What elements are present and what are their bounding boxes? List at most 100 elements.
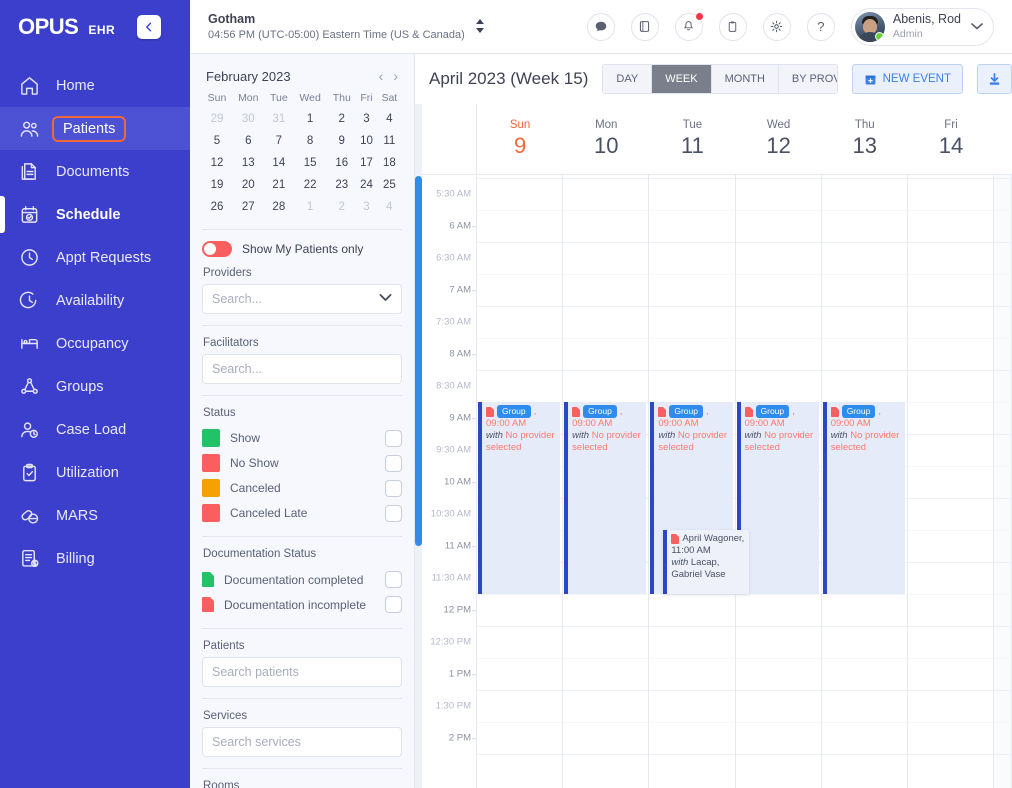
calendar-vertical-scrollbar[interactable] bbox=[415, 104, 422, 788]
gear-icon[interactable] bbox=[762, 12, 791, 41]
patients-search-input[interactable]: Search patients bbox=[202, 657, 402, 687]
mini-cal-day[interactable]: 6 bbox=[232, 130, 265, 152]
sidebar-item-utilization[interactable]: Utilization bbox=[0, 451, 190, 494]
mini-cal-day[interactable]: 11 bbox=[377, 130, 402, 152]
mini-cal-day[interactable]: 4 bbox=[377, 196, 402, 218]
view-tab-month[interactable]: MONTH bbox=[711, 65, 779, 93]
grid-line bbox=[994, 402, 1012, 403]
calendar-event-group[interactable]: Group, 09:00 AM with No provider selected bbox=[478, 402, 561, 594]
chat-icon[interactable] bbox=[586, 12, 615, 41]
status-checkbox[interactable] bbox=[385, 479, 402, 497]
sidebar-item-case-load[interactable]: Case Load bbox=[0, 408, 190, 451]
user-menu[interactable]: Abenis, Rod Admin bbox=[850, 7, 994, 46]
sidebar-item-occupancy[interactable]: Occupancy bbox=[0, 322, 190, 365]
sidebar-item-appt-requests[interactable]: Appt Requests bbox=[0, 236, 190, 279]
sidebar-collapse-button[interactable] bbox=[137, 15, 162, 39]
mini-cal-day[interactable]: 25 bbox=[377, 174, 402, 196]
sidebar-item-patients[interactable]: Patients bbox=[0, 107, 190, 150]
mini-cal-day[interactable]: 29 bbox=[202, 108, 232, 130]
day-column-fri[interactable] bbox=[907, 175, 995, 788]
mini-cal-day[interactable]: 30 bbox=[232, 108, 265, 130]
mini-cal-day[interactable]: 8 bbox=[293, 130, 327, 152]
day-header-sun[interactable]: Sun 9 bbox=[477, 104, 563, 174]
day-column-tue[interactable]: Group, 09:00 AM with No provider selected A… bbox=[649, 175, 749, 788]
mini-cal-day[interactable]: 7 bbox=[265, 130, 293, 152]
sidebar-item-mars[interactable]: MARS bbox=[0, 494, 190, 537]
mini-cal-day[interactable]: 18 bbox=[377, 152, 402, 174]
clipboard-icon[interactable] bbox=[718, 12, 747, 41]
sidebar-item-groups[interactable]: Groups bbox=[0, 365, 190, 408]
mini-cal-day[interactable]: 19 bbox=[202, 174, 232, 196]
services-search-input[interactable]: Search services bbox=[202, 727, 402, 757]
mini-cal-day[interactable]: 23 bbox=[327, 174, 356, 196]
new-event-button[interactable]: NEW EVENT bbox=[851, 64, 963, 94]
view-tab-week[interactable]: WEEK bbox=[652, 65, 712, 93]
day-header-wed[interactable]: Wed 12 bbox=[736, 104, 822, 174]
mini-cal-day[interactable]: 4 bbox=[377, 108, 402, 130]
mini-cal-day[interactable]: 2 bbox=[327, 108, 356, 130]
calendar-event-group[interactable]: Group, 09:00 AM with No provider selected bbox=[822, 402, 905, 594]
site-selector[interactable]: Gotham 04:56 PM (UTC-05:00) Eastern Time… bbox=[190, 11, 485, 43]
chevron-left-icon[interactable]: ‹ bbox=[379, 68, 384, 84]
status-checkbox[interactable] bbox=[385, 429, 402, 447]
day-column-wed[interactable]: Group, 09:00 AM with No provider selected bbox=[735, 175, 822, 788]
sidebar-item-billing[interactable]: Billing bbox=[0, 537, 190, 580]
mini-cal-day[interactable]: 2 bbox=[327, 196, 356, 218]
download-button[interactable] bbox=[977, 64, 1012, 94]
status-checkbox[interactable] bbox=[385, 454, 402, 472]
chevron-right-icon[interactable]: › bbox=[393, 68, 398, 84]
mini-cal-day[interactable]: 3 bbox=[356, 108, 376, 130]
day-column-partial[interactable] bbox=[994, 175, 1012, 788]
sidebar-item-documents[interactable]: Documents bbox=[0, 150, 190, 193]
calendar-event-group[interactable]: Group, 09:00 AM with No provider selected bbox=[736, 402, 819, 594]
documentation-checkbox[interactable] bbox=[385, 571, 402, 588]
calendar-event-patient[interactable]: April Wagoner, 11:00 AM with Lacap, Gabrie… bbox=[663, 530, 749, 594]
documentation-checkbox[interactable] bbox=[385, 596, 402, 613]
mini-cal-day[interactable]: 1 bbox=[293, 196, 327, 218]
sidebar-item-availability[interactable]: Availability bbox=[0, 279, 190, 322]
mini-cal-day[interactable]: 17 bbox=[356, 152, 376, 174]
mini-cal-day[interactable]: 22 bbox=[293, 174, 327, 196]
sidebar-item-home[interactable]: Home bbox=[0, 64, 190, 107]
mini-cal-day[interactable]: 9 bbox=[327, 130, 356, 152]
mini-cal-day[interactable]: 20 bbox=[232, 174, 265, 196]
mini-cal-day[interactable]: 21 bbox=[265, 174, 293, 196]
bell-icon[interactable] bbox=[674, 11, 704, 41]
mini-cal-day[interactable]: 12 bbox=[202, 152, 232, 174]
mini-cal-day[interactable]: 1 bbox=[293, 108, 327, 130]
day-column-mon[interactable]: Group, 09:00 AM with No provider selected bbox=[563, 175, 650, 788]
help-icon[interactable]: ? bbox=[806, 12, 835, 41]
day-column-thu[interactable]: Group, 09:00 AM with No provider selected bbox=[821, 175, 908, 788]
view-tab-day[interactable]: DAY bbox=[603, 65, 653, 93]
show-my-patients-toggle[interactable] bbox=[202, 241, 232, 257]
book-icon[interactable] bbox=[630, 12, 659, 41]
chevron-down-icon[interactable] bbox=[971, 21, 983, 33]
mini-cal-day[interactable]: 28 bbox=[265, 196, 293, 218]
mini-cal-day[interactable]: 5 bbox=[202, 130, 232, 152]
day-column-sun[interactable]: Group, 09:00 AM with No provider selected bbox=[477, 175, 564, 788]
scrollbar-thumb[interactable] bbox=[415, 176, 422, 546]
calendar-event-group[interactable]: Group, 09:00 AM with No provider selected bbox=[564, 402, 647, 594]
providers-select[interactable]: Search... bbox=[202, 284, 402, 314]
facilitators-input[interactable]: Search... bbox=[202, 354, 402, 384]
mini-cal-day[interactable]: 24 bbox=[356, 174, 376, 196]
day-header-mon[interactable]: Mon 10 bbox=[563, 104, 649, 174]
mini-cal-day[interactable]: 26 bbox=[202, 196, 232, 218]
day-header-tue[interactable]: Tue 11 bbox=[649, 104, 735, 174]
mini-cal-day[interactable]: 27 bbox=[232, 196, 265, 218]
mini-cal-day[interactable]: 3 bbox=[356, 196, 376, 218]
mini-cal-day[interactable]: 15 bbox=[293, 152, 327, 174]
view-tab-by-provider[interactable]: BY PROVIDER bbox=[778, 65, 837, 93]
event-time: 09:00 AM bbox=[658, 418, 699, 430]
sidebar-item-schedule[interactable]: Schedule bbox=[0, 193, 190, 236]
mini-cal-day[interactable]: 31 bbox=[265, 108, 293, 130]
day-header-thu[interactable]: Thu 13 bbox=[822, 104, 908, 174]
mini-cal-day[interactable]: 10 bbox=[356, 130, 376, 152]
day-header-partial[interactable] bbox=[994, 104, 1012, 174]
status-checkbox[interactable] bbox=[385, 504, 402, 522]
mini-cal-day[interactable]: 13 bbox=[232, 152, 265, 174]
up-down-arrows-icon[interactable] bbox=[475, 18, 485, 36]
day-header-fri[interactable]: Fri 14 bbox=[908, 104, 994, 174]
mini-cal-day[interactable]: 14 bbox=[265, 152, 293, 174]
mini-cal-day[interactable]: 16 bbox=[327, 152, 356, 174]
